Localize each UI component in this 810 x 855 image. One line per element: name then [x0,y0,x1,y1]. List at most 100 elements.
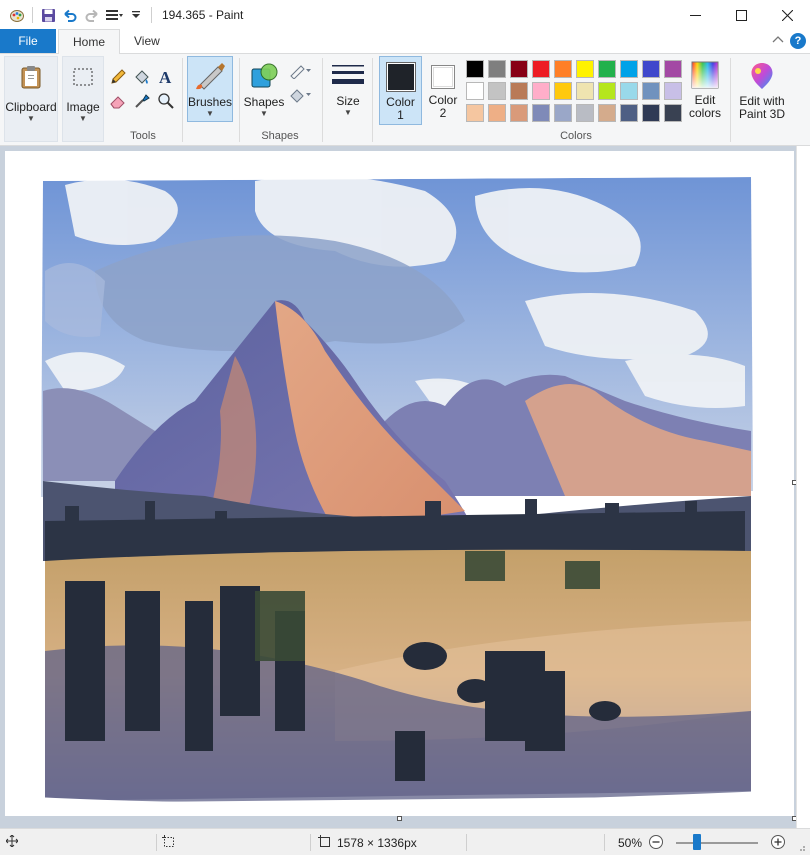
palette-swatch[interactable] [466,60,484,78]
palette-swatch[interactable] [576,104,594,122]
resize-handle-bottom[interactable] [397,816,402,821]
brushes-label: Brushes [187,95,233,109]
properties-menu-icon[interactable] [103,4,125,26]
help-icon[interactable]: ? [790,33,806,49]
drawing-canvas[interactable] [5,151,794,816]
select-icon [71,65,95,92]
line-width-icon [331,62,365,93]
zoom-slider[interactable] [676,842,758,844]
tab-home[interactable]: Home [58,29,121,54]
palette-swatch[interactable] [532,82,550,100]
status-divider [466,834,467,851]
rainbow-icon [691,61,719,92]
customize-toolbar-icon[interactable] [125,4,147,26]
status-divider [310,834,311,851]
edit-colors-label: Edit colors [688,93,721,120]
palette-swatch[interactable] [532,104,550,122]
ribbon-divider [372,58,373,142]
clipboard-label: Clipboard [5,100,57,114]
canvas-size-icon [318,835,332,852]
maximize-button[interactable] [718,0,764,30]
redo-icon[interactable] [81,4,103,26]
image-button[interactable]: Image ▼ [62,56,104,142]
colors-group-label: Colors [560,130,592,142]
palette-swatch[interactable] [488,104,506,122]
collapse-ribbon-icon[interactable] [772,34,784,48]
palette-swatch[interactable] [620,82,638,100]
palette-swatch[interactable] [664,104,682,122]
ribbon-divider [182,58,183,142]
pencil-icon[interactable] [107,66,129,88]
fill-icon[interactable] [287,84,313,106]
palette-swatch[interactable] [554,104,572,122]
palette-swatch[interactable] [598,104,616,122]
palette-swatch[interactable] [532,60,550,78]
color2-button[interactable]: Color 2 [424,56,462,125]
shapes-button[interactable]: Shapes ▼ [243,56,285,122]
magnifier-icon[interactable] [155,90,177,112]
ribbon-tabs: File Home View ? [0,29,810,54]
palette-swatch[interactable] [598,82,616,100]
zoom-out-button[interactable] [648,834,664,853]
clipboard-icon [20,65,42,92]
palette-swatch[interactable] [510,104,528,122]
title-bar: 194.365 - Paint [0,0,810,30]
minimize-button[interactable] [672,0,718,30]
clipboard-button[interactable]: Clipboard ▼ [4,56,58,142]
palette-swatch[interactable] [598,60,616,78]
zoom-slider-thumb[interactable] [692,834,701,850]
palette-swatch[interactable] [554,60,572,78]
palette-swatch[interactable] [488,82,506,100]
edit-colors-button[interactable]: Edit colors [686,56,724,128]
close-button[interactable] [764,0,810,30]
zoom-level: 50% [618,836,643,850]
palette-swatch[interactable] [488,60,506,78]
palette-swatch[interactable] [642,104,660,122]
color1-swatch [385,62,416,92]
palette-swatch[interactable] [642,60,660,78]
palette-swatch[interactable] [466,82,484,100]
cursor-position-icon [5,834,19,850]
palette-swatch[interactable] [620,60,638,78]
canvas-size-text: 1578 × 1336px [337,836,417,850]
zoom-in-button[interactable] [770,834,786,853]
shapes-label: Shapes [243,95,285,109]
outline-icon[interactable] [287,60,313,82]
paint3d-icon [748,61,776,94]
chevron-down-icon: ▼ [206,109,214,118]
shapes-group-label: Shapes [261,130,299,142]
size-label: Size [336,94,360,108]
undo-icon[interactable] [59,4,81,26]
ribbon: Clipboard ▼ Image ▼ A Tools Brushes ▼ Sh… [0,54,810,146]
palette-swatch[interactable] [642,82,660,100]
edit-with-paint3d-label: Edit with Paint 3D [738,94,786,121]
palette-swatch[interactable] [664,82,682,100]
eraser-icon[interactable] [107,90,129,112]
palette-swatch[interactable] [466,104,484,122]
resize-grip-icon[interactable] [796,841,806,855]
size-button[interactable]: Size ▼ [328,56,368,122]
chevron-down-icon: ▼ [344,108,352,117]
brushes-button[interactable]: Brushes ▼ [187,56,233,122]
palette-swatch[interactable] [554,82,572,100]
color-picker-icon[interactable] [131,90,153,112]
status-divider [604,834,605,851]
palette-swatch[interactable] [510,60,528,78]
text-icon[interactable]: A [155,66,177,88]
palette-swatch[interactable] [576,60,594,78]
palette-swatch[interactable] [664,60,682,78]
vertical-scrollbar[interactable] [796,146,810,828]
edit-with-paint3d-button[interactable]: Edit with Paint 3D [734,56,790,128]
status-bar: 1578 × 1336px 50% [0,828,810,855]
fill-bucket-icon[interactable] [131,66,153,88]
palette-swatch[interactable] [510,82,528,100]
save-icon[interactable] [37,4,59,26]
palette-swatch[interactable] [576,82,594,100]
palette-swatch[interactable] [620,104,638,122]
color1-button[interactable]: Color 1 [379,56,422,125]
paint-app-icon[interactable] [6,4,28,26]
brush-icon [194,61,226,94]
shapes-icon [249,61,279,94]
tab-file[interactable]: File [0,29,56,53]
tab-view[interactable]: View [120,29,174,53]
